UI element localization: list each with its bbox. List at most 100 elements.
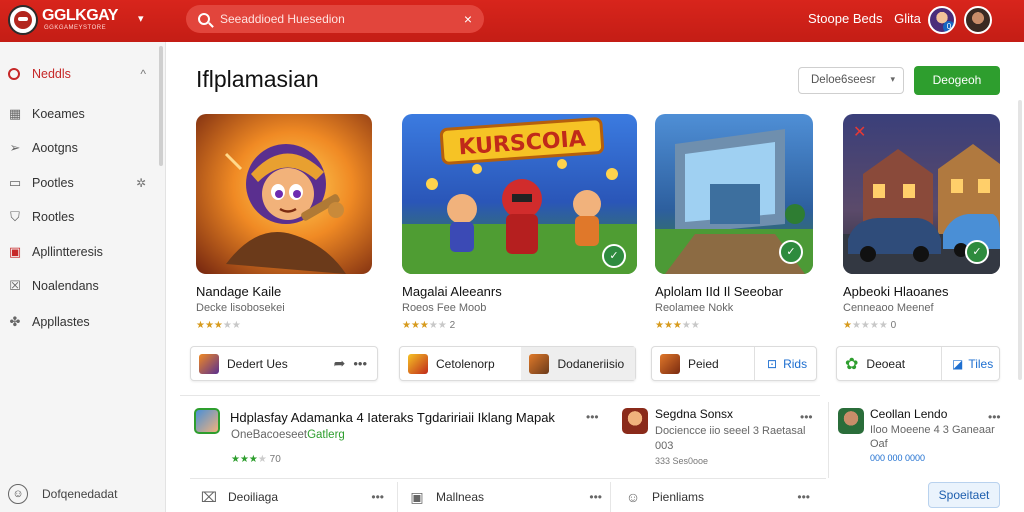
close-icon[interactable]: ✕ <box>853 122 866 142</box>
list-item-title[interactable]: Ceollan Lendo <box>870 407 947 421</box>
list-item-title[interactable]: Hdplasfay Adamanka 4 Iateraks Tgdaririai… <box>230 410 555 425</box>
app-icon <box>529 353 550 374</box>
game-thumbnail[interactable]: ✕ ✓ <box>843 114 1000 274</box>
install-badge-icon[interactable]: ✓ <box>779 240 803 264</box>
rating-count: 2 <box>449 320 456 331</box>
list-item-meta: Oaf <box>870 438 888 450</box>
share-icon[interactable]: ➦ <box>334 355 346 372</box>
action-segment[interactable]: Cetolenorp <box>400 347 521 380</box>
brand-name: GGLKGAY <box>42 7 118 24</box>
rating-stars: ★★★★ 70 <box>231 454 281 465</box>
bottom-tab-label: Pienliams <box>652 490 705 504</box>
primary-button[interactable]: Deogeoh <box>914 66 1000 95</box>
search-input[interactable]: Seeaddioed Huesedion × <box>186 5 484 33</box>
rating-stars: ★★★★★ 2 <box>402 320 456 331</box>
app-icon <box>194 408 220 434</box>
sidebar-item-label: Aootgns <box>32 141 78 155</box>
sidebar-item-news[interactable]: Neddls ^ <box>0 59 160 89</box>
install-badge-icon[interactable]: ✓ <box>965 240 989 264</box>
gear-icon: ✿ <box>845 355 859 373</box>
sort-dropdown-label: Deloe6seesr <box>811 74 876 86</box>
close-icon[interactable]: × <box>464 11 472 27</box>
board-icon: ⊡ <box>767 356 778 371</box>
sort-dropdown[interactable]: Deloe6seesr ▾ <box>798 67 904 94</box>
game-title[interactable]: Magalai Aleeanrs <box>402 284 502 299</box>
more-icon[interactable]: ••• <box>353 356 367 371</box>
game-title[interactable]: Apbeoki Hlaoanes <box>843 284 949 299</box>
brand-logo[interactable] <box>8 5 38 35</box>
game-thumbnail[interactable] <box>196 114 372 274</box>
more-icon[interactable]: ••• <box>797 490 810 504</box>
list-item-subtitle: Iloo Moeene 4 3 Ganeaar <box>870 424 995 436</box>
list-item-title[interactable]: Segdna Sonsx <box>655 407 733 421</box>
game-developer: Roeos Fee Moob <box>402 302 487 314</box>
app-icon <box>622 408 648 434</box>
chevron-up-icon[interactable]: ^ <box>140 67 146 81</box>
sidebar-item-label: Pootles <box>32 176 74 190</box>
card-action-bar: Peied ⊡ Rids <box>651 346 817 381</box>
main-scrollbar[interactable] <box>1018 100 1022 380</box>
list-item-subtitle: Dociencce iio seeel 3 Raetasal <box>655 425 806 437</box>
list-item-meta: 003 <box>655 440 674 452</box>
top-link-gifts[interactable]: Glita <box>894 11 921 26</box>
bottom-tab[interactable]: ⌧ Deoiliaga ••• <box>200 482 396 512</box>
top-link-stores[interactable]: Stoope Beds <box>808 11 882 26</box>
sidebar-item-games[interactable]: ▦ Koeames <box>0 99 160 129</box>
action-segment-alt[interactable]: ⊡ Rids <box>754 347 816 380</box>
card-action-bar: ✿ Deoeat ◪ Tiles <box>836 346 1000 381</box>
sidebar-item-label: Koeames <box>32 107 85 121</box>
install-badge-icon[interactable]: ✓ <box>602 244 626 268</box>
rating-stars: ★★★★★ <box>655 320 700 331</box>
more-icon[interactable]: ••• <box>988 410 1001 424</box>
sidebar-item-actions[interactable]: ➢ Aootgns <box>0 133 160 163</box>
sidebar-item-roles[interactable]: ⛉ Rootles <box>0 202 160 232</box>
action-segment[interactable]: Peied <box>652 347 754 380</box>
action-label: Cetolenorp <box>436 356 495 371</box>
divider <box>180 395 820 396</box>
circle-icon <box>8 68 20 80</box>
game-title[interactable]: Aplolam IId Il Seeobar <box>655 284 783 299</box>
shield-icon: ⛉ <box>10 209 20 224</box>
bottom-tab[interactable]: ▣ Mallneas ••• <box>408 482 608 512</box>
top-bar: GGLKGAY GGKGAMEYSTORE ▾ Seeaddioed Huese… <box>0 0 1024 42</box>
bottom-tab[interactable]: ☺ Pienliams ••• <box>624 482 820 512</box>
notification-badge: 0 <box>943 21 954 32</box>
rating-count: 0 <box>890 320 897 331</box>
sidebar-item-plugins[interactable]: ✤ Appllastes <box>0 307 160 337</box>
list-item-small: 333 Ses0ooe <box>655 456 709 466</box>
more-icon[interactable]: ••• <box>589 490 602 504</box>
action-alt-label: Rids <box>783 356 808 371</box>
avatar[interactable]: 0 <box>928 6 956 34</box>
list-icon: ☒ <box>9 278 21 293</box>
action-segment[interactable]: ✿ Deoeat <box>837 347 941 380</box>
game-thumbnail[interactable]: ✓ <box>655 114 813 274</box>
settings-icon[interactable]: ✲ <box>136 176 146 190</box>
action-label[interactable]: Dedert Ues <box>227 357 288 371</box>
action-segment-alt[interactable]: Dodaneriisio <box>521 347 635 380</box>
sidebar-item-portals[interactable]: ▭ Pootles ✲ <box>0 168 160 198</box>
more-icon[interactable]: ••• <box>800 410 813 424</box>
user-avatar[interactable] <box>964 6 992 34</box>
game-thumbnail[interactable]: KURSCOIA ✓ <box>402 114 637 274</box>
game-developer: Decke lisobosekei <box>196 302 285 314</box>
action-label: Deoeat <box>866 356 906 371</box>
game-title[interactable]: Nandage Kaile <box>196 284 281 299</box>
sidebar: Neddls ^ ▦ Koeames ➢ Aootgns ▭ Pootles ✲… <box>0 42 166 512</box>
sidebar-item-calendars[interactable]: ☒ Noalendans <box>0 271 160 301</box>
divider <box>828 402 829 478</box>
chevron-down-icon[interactable]: ▾ <box>138 12 144 25</box>
secondary-button[interactable]: Spoeitaet <box>928 482 1000 508</box>
divider <box>190 478 826 479</box>
sidebar-bottom-label: Dofqenedadat <box>42 487 118 501</box>
more-icon[interactable]: ••• <box>371 490 384 504</box>
sidebar-account[interactable]: ☺ Dofqenedadat <box>8 484 117 504</box>
action-segment-alt[interactable]: ◪ Tiles <box>941 347 999 380</box>
puzzle-icon: ✤ <box>9 314 21 329</box>
page-title: Iflplamasian <box>196 66 319 92</box>
list-item-small: 000 000 0000 <box>870 453 926 463</box>
more-icon[interactable]: ••• <box>586 410 599 424</box>
apps-icon: ▣ <box>8 244 22 259</box>
window-icon: ▭ <box>8 175 22 190</box>
chevron-down-icon: ▾ <box>890 74 895 84</box>
sidebar-item-applications[interactable]: ▣ Apllintteresis <box>0 237 160 267</box>
